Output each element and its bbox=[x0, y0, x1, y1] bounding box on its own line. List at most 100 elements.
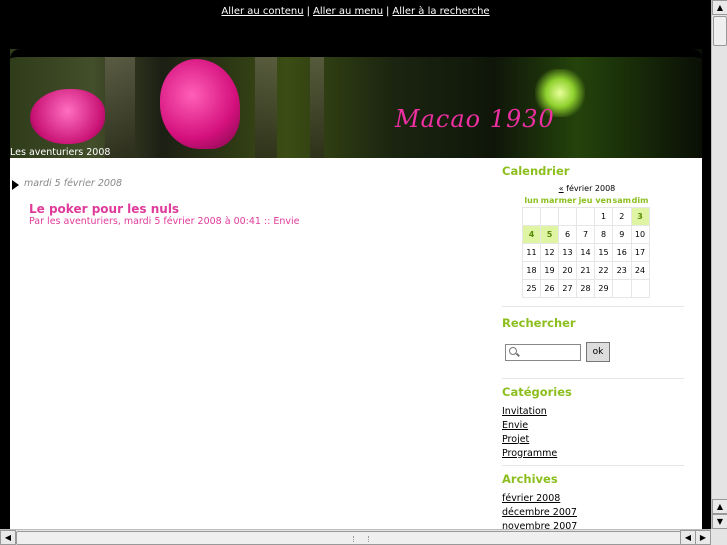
calendar-month: février 2008 bbox=[566, 184, 616, 193]
calendar-day: 13 bbox=[558, 242, 577, 262]
search-title: Rechercher bbox=[502, 315, 576, 330]
calendar-day: 2 bbox=[612, 206, 632, 226]
categories-title: Catégories bbox=[502, 384, 572, 399]
calendar-day: 17 bbox=[630, 242, 650, 262]
grip-icon bbox=[353, 536, 369, 542]
search-input[interactable] bbox=[505, 343, 581, 361]
search-form: ok bbox=[505, 341, 684, 362]
archives-list: février 2008 décembre 2007 novembre 2007 bbox=[492, 492, 684, 530]
calendar-weekday: sam bbox=[612, 196, 632, 206]
sidebar-divider bbox=[502, 377, 684, 379]
calendar-day: 19 bbox=[540, 260, 559, 280]
calendar-table: lun mar mer jeu ven sam dim 1 2 3 4 5 6 7 8 9 10 11 12 13 1… bbox=[522, 195, 650, 298]
horizontal-scroll-thumb[interactable] bbox=[16, 531, 696, 545]
calendar-day: 28 bbox=[576, 278, 595, 298]
skip-to-menu-link[interactable]: Aller au menu bbox=[313, 6, 383, 17]
scroll-up-icon[interactable]: ▲ bbox=[712, 499, 727, 514]
archive-link[interactable]: novembre 2007 bbox=[502, 520, 684, 530]
page-content: mardi 5 février 2008 Le poker pour les n… bbox=[10, 158, 702, 529]
calendar-weekday: dim bbox=[631, 196, 649, 206]
sidebar-divider bbox=[502, 464, 684, 466]
calendar-prev-link[interactable]: « bbox=[559, 184, 564, 193]
calendar-day: 12 bbox=[540, 242, 559, 262]
banner-pillar bbox=[255, 49, 277, 158]
header-banner: Macao 1930 Les aventuriers 2008 bbox=[10, 49, 702, 158]
calendar-day-link[interactable]: 4 bbox=[522, 224, 541, 244]
scroll-down-icon[interactable]: ▼ bbox=[712, 514, 727, 529]
sidebar: Calendrier « février 2008 lun mar mer jeu ve… bbox=[492, 158, 684, 529]
category-link[interactable]: Programme bbox=[502, 447, 684, 461]
categories-list: Invitation Envie Projet Programme bbox=[492, 405, 684, 461]
calendar-weekday: lun bbox=[524, 196, 539, 206]
post-date-line: mardi 5 février 2008 bbox=[10, 178, 490, 192]
calendar-day bbox=[522, 206, 541, 226]
calendar-day: 16 bbox=[612, 242, 632, 262]
site-title[interactable]: Macao 1930 bbox=[395, 105, 555, 133]
category-link[interactable]: Invitation bbox=[502, 405, 684, 419]
calendar-day: 22 bbox=[594, 260, 613, 280]
calendar-day bbox=[612, 278, 632, 298]
archive-link[interactable]: décembre 2007 bbox=[502, 506, 684, 520]
calendar-day: 29 bbox=[594, 278, 613, 298]
calendar-day: 11 bbox=[522, 242, 541, 262]
skip-links: Aller au contenu | Aller au menu | Aller à l… bbox=[0, 6, 711, 17]
skip-to-content-link[interactable]: Aller au contenu bbox=[221, 6, 303, 17]
calendar-day: 8 bbox=[594, 224, 613, 244]
calendar-day: 24 bbox=[630, 260, 650, 280]
calendar-day: 15 bbox=[594, 242, 613, 262]
calendar-week: 25 26 27 28 29 bbox=[522, 278, 650, 298]
calendar-day-link[interactable]: 5 bbox=[540, 224, 559, 244]
archives-title: Archives bbox=[502, 471, 558, 486]
calendar-day: 7 bbox=[576, 224, 595, 244]
calendar-day: 18 bbox=[522, 260, 541, 280]
banner-pillar bbox=[105, 49, 135, 158]
calendar-week: 11 12 13 14 15 16 17 bbox=[522, 242, 650, 262]
skip-to-search-link[interactable]: Aller à la recherche bbox=[392, 6, 489, 17]
calendar-weekday: jeu bbox=[578, 196, 593, 206]
calendar-day: 6 bbox=[558, 224, 577, 244]
calendar-week: 4 5 6 7 8 9 10 bbox=[522, 224, 650, 244]
calendar-day: 25 bbox=[522, 278, 541, 298]
calendar-day: 1 bbox=[594, 206, 613, 226]
calendar-day: 14 bbox=[576, 242, 595, 262]
separator: | bbox=[386, 6, 390, 17]
calendar-day: 27 bbox=[558, 278, 577, 298]
calendar-weekday: mer bbox=[558, 196, 577, 206]
scrollbar-corner bbox=[711, 529, 727, 545]
calendar-weekday: mar bbox=[540, 196, 559, 206]
category-link[interactable]: Projet bbox=[502, 433, 684, 447]
scroll-left-icon[interactable]: ◀ bbox=[680, 530, 696, 545]
calendar-title: Calendrier bbox=[502, 164, 570, 178]
calendar-day: 26 bbox=[540, 278, 559, 298]
search-ok-button[interactable]: ok bbox=[586, 341, 610, 362]
scroll-up-icon[interactable]: ▲ bbox=[712, 0, 727, 15]
browser-viewport: Aller au contenu | Aller au menu | Aller à l… bbox=[0, 0, 711, 529]
calendar-day: 10 bbox=[630, 224, 650, 244]
banner-pillar bbox=[310, 49, 324, 158]
calendar-day: 23 bbox=[612, 260, 632, 280]
post-date: mardi 5 février 2008 bbox=[24, 178, 123, 189]
calendar-week: 18 19 20 21 22 23 24 bbox=[522, 260, 650, 280]
vertical-scroll-thumb[interactable] bbox=[713, 16, 727, 46]
separator: | bbox=[306, 6, 310, 17]
calendar-day: 21 bbox=[576, 260, 595, 280]
category-link[interactable]: Envie bbox=[502, 419, 684, 433]
post-title-link[interactable]: Le poker pour les nuls bbox=[29, 202, 179, 216]
horizontal-scrollbar[interactable]: ◀ ◀ ▶ bbox=[0, 529, 711, 545]
calendar-day-link[interactable]: 3 bbox=[630, 206, 650, 226]
calendar-header: « février 2008 bbox=[522, 184, 652, 193]
calendar-weekday: ven bbox=[595, 196, 612, 206]
calendar-day bbox=[630, 278, 650, 298]
banner-flower bbox=[30, 89, 105, 144]
scroll-left-icon[interactable]: ◀ bbox=[0, 530, 16, 545]
vertical-scrollbar[interactable]: ▲ ▲ ▼ bbox=[711, 0, 727, 529]
archive-link[interactable]: février 2008 bbox=[502, 492, 684, 506]
calendar-day bbox=[576, 206, 595, 226]
calendar-day bbox=[558, 206, 577, 226]
search-icon bbox=[509, 346, 517, 355]
sidebar-divider bbox=[502, 305, 684, 307]
post-meta: Par les aventuriers, mardi 5 février 200… bbox=[29, 216, 300, 227]
calendar-day: 20 bbox=[558, 260, 577, 280]
scroll-right-icon[interactable]: ▶ bbox=[695, 530, 711, 545]
calendar-day bbox=[540, 206, 559, 226]
